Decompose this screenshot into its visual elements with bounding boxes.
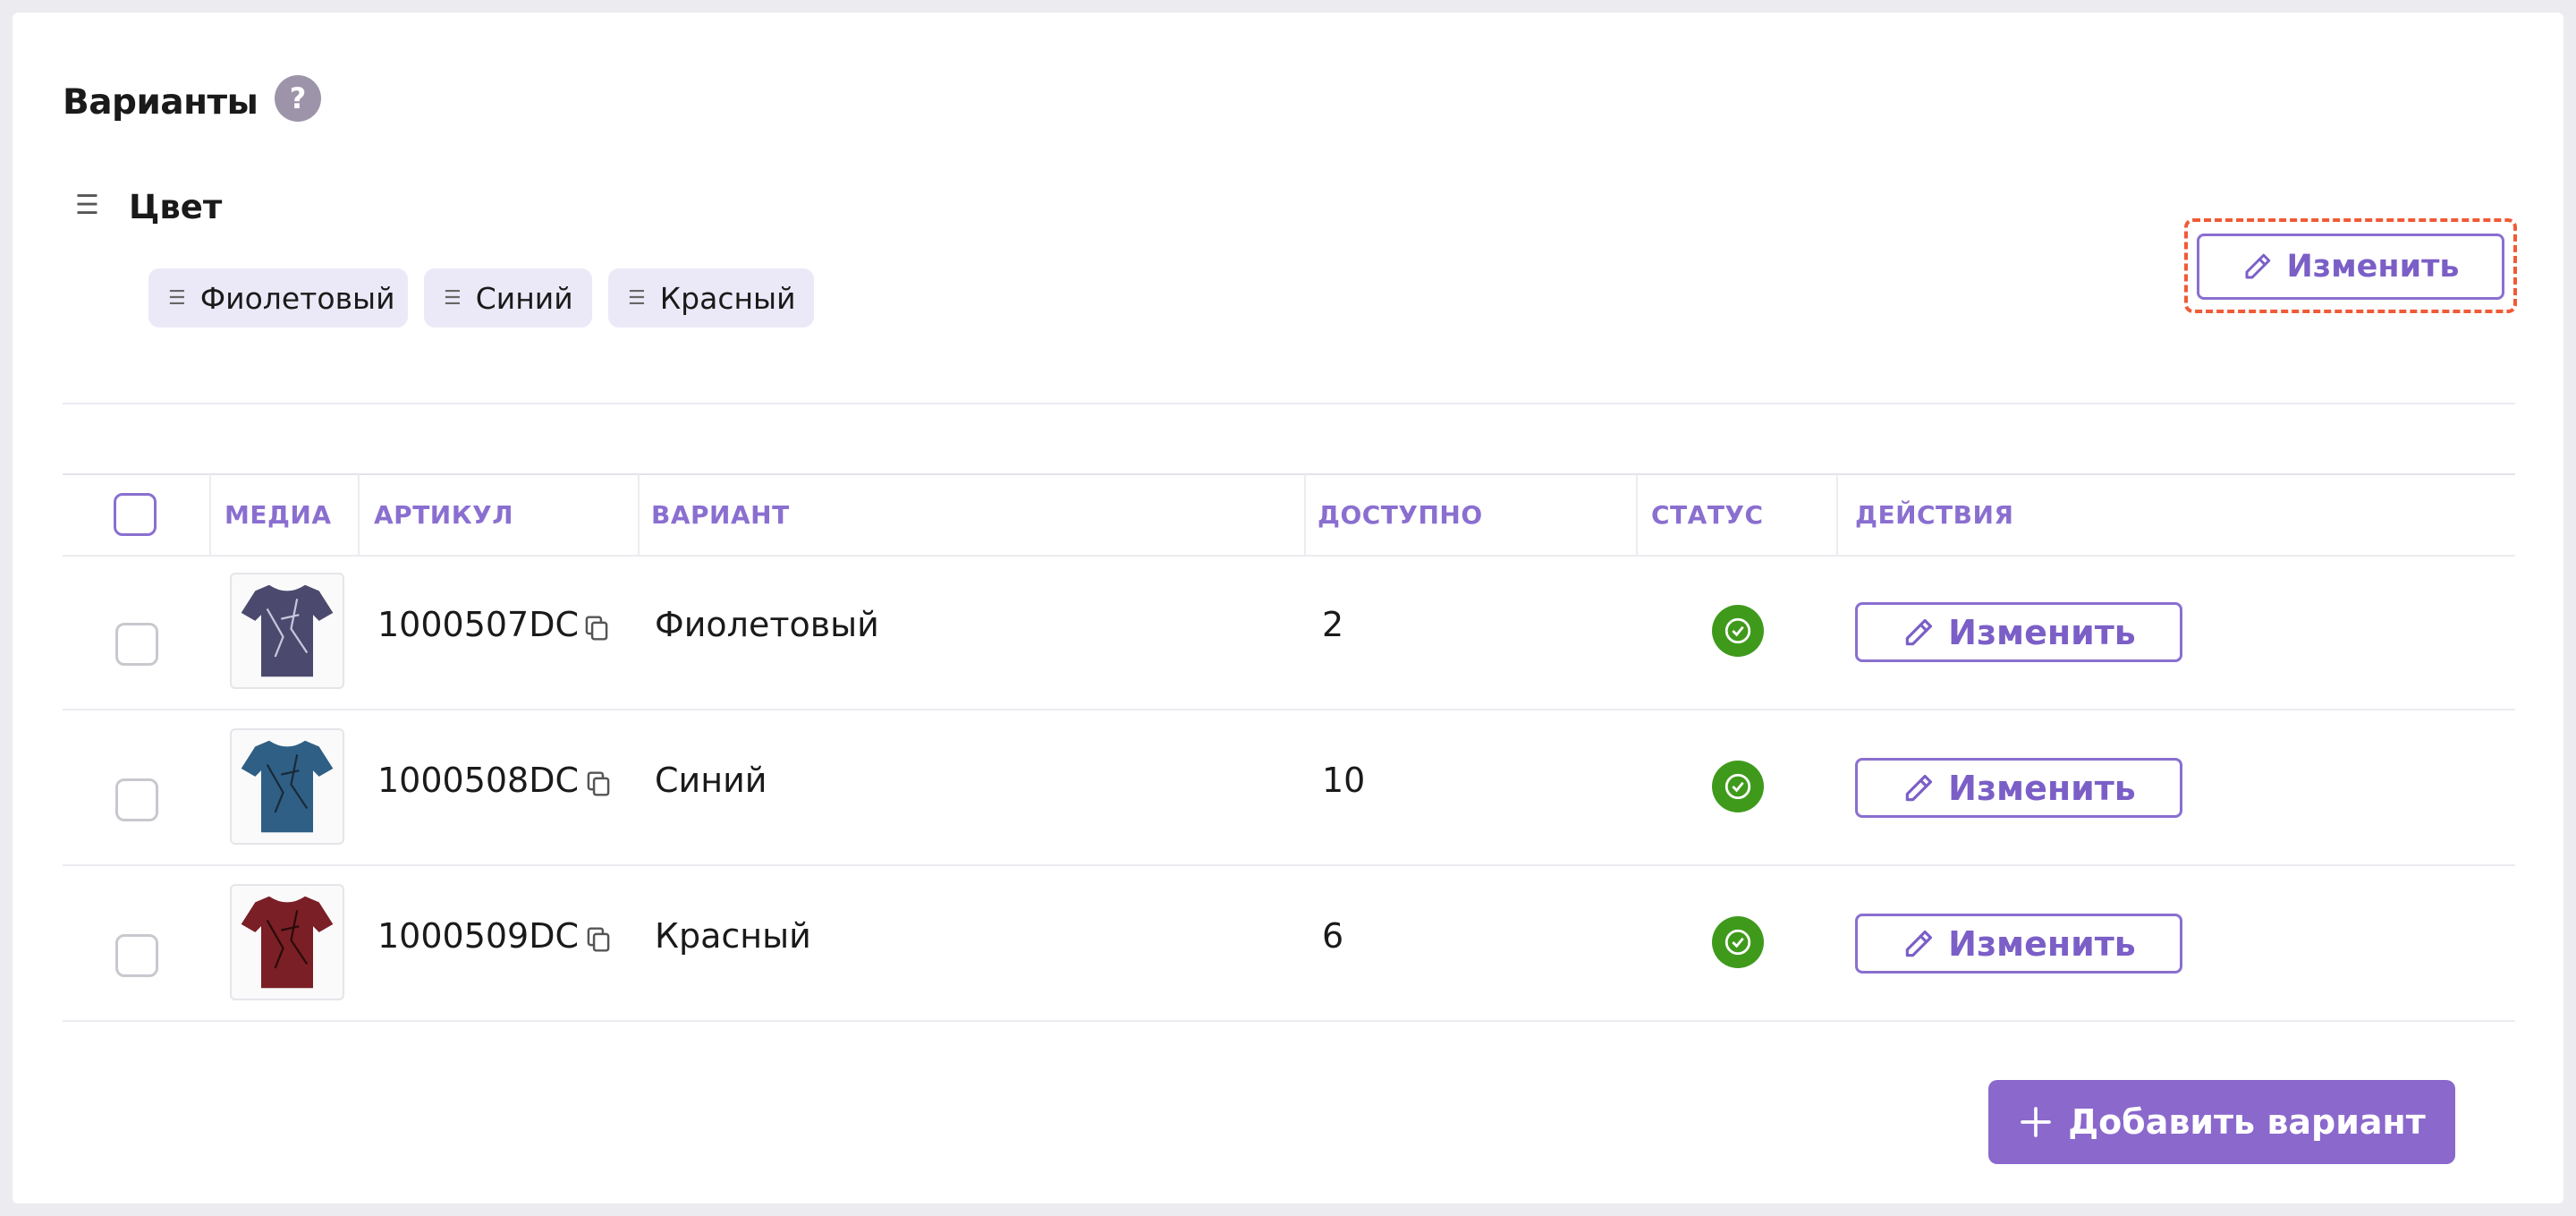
available-quantity: 2 (1322, 605, 1344, 644)
table-top-border (63, 473, 2515, 475)
edit-variant-button[interactable]: Изменить (1855, 758, 2182, 818)
column-divider (1636, 474, 1638, 557)
header-status: СТАТУС (1651, 500, 1764, 530)
tshirt-icon (241, 740, 334, 833)
available-quantity: 6 (1322, 916, 1344, 956)
row-divider (63, 864, 2515, 866)
row-checkbox[interactable] (115, 934, 158, 977)
product-thumbnail[interactable] (230, 728, 344, 845)
sku-value: 1000508DC (377, 761, 580, 800)
edit-option-label: Изменить (2286, 249, 2460, 285)
option-value-label: Фиолетовый (199, 280, 395, 316)
header-actions: ДЕЙСТВИЯ (1855, 500, 2014, 530)
option-value-label: Красный (659, 280, 796, 316)
column-divider (1836, 474, 1838, 557)
variant-name: Красный (655, 916, 811, 956)
drag-handle-icon[interactable]: ☰ (168, 287, 186, 310)
option-value-chip[interactable]: ☰ Фиолетовый (148, 268, 408, 327)
tshirt-icon (241, 584, 334, 677)
pencil-icon (1905, 774, 1933, 801)
copy-icon[interactable] (583, 614, 610, 642)
sku-value: 1000507DC (377, 605, 580, 644)
column-divider (209, 474, 211, 557)
tshirt-icon (241, 896, 334, 989)
variant-name: Фиолетовый (655, 605, 879, 644)
divider (63, 555, 2515, 557)
product-thumbnail[interactable] (230, 573, 344, 689)
edit-option-button[interactable]: Изменить (2197, 234, 2504, 300)
sku-value: 1000509DC (377, 916, 580, 956)
select-all-checkbox[interactable] (114, 493, 157, 536)
status-check-icon (1712, 761, 1764, 812)
drag-handle-icon[interactable]: ☰ (444, 287, 462, 310)
header-available: ДОСТУПНО (1318, 500, 1483, 530)
option-value-chip[interactable]: ☰ Синий (424, 268, 592, 327)
header-variant: ВАРИАНТ (651, 500, 790, 530)
header-media: МЕДИА (225, 500, 332, 530)
help-icon[interactable]: ? (275, 75, 321, 122)
edit-variant-label: Изменить (1948, 923, 2136, 964)
copy-icon[interactable] (585, 770, 612, 798)
product-thumbnail[interactable] (230, 884, 344, 1000)
row-divider (63, 1020, 2515, 1022)
edit-variant-label: Изменить (1948, 768, 2136, 808)
option-value-label: Синий (475, 280, 573, 316)
drag-handle-icon[interactable]: ☰ (628, 287, 646, 310)
divider (63, 403, 2515, 404)
drag-handle-icon[interactable]: ☰ (75, 190, 99, 221)
plus-icon (2021, 1107, 2052, 1137)
status-check-icon (1712, 916, 1764, 968)
option-value-chip[interactable]: ☰ Красный (608, 268, 814, 327)
copy-icon[interactable] (585, 925, 612, 954)
column-divider (638, 474, 640, 557)
column-divider (1304, 474, 1306, 557)
edit-variant-label: Изменить (1948, 612, 2136, 652)
variant-name: Синий (655, 761, 767, 800)
pencil-icon (1905, 930, 1933, 957)
pencil-icon (1905, 618, 1933, 645)
section-title: Варианты (63, 82, 258, 123)
column-divider (358, 474, 360, 557)
row-checkbox[interactable] (115, 623, 158, 666)
add-variant-label: Добавить вариант (2068, 1102, 2426, 1142)
option-name: Цвет (129, 188, 223, 226)
edit-variant-button[interactable]: Изменить (1855, 602, 2182, 662)
add-variant-button[interactable]: Добавить вариант (1988, 1080, 2455, 1164)
edit-variant-button[interactable]: Изменить (1855, 914, 2182, 974)
status-check-icon (1712, 605, 1764, 657)
header-sku: АРТИКУЛ (374, 500, 513, 530)
available-quantity: 10 (1322, 761, 1366, 800)
pencil-icon (2245, 253, 2271, 279)
variants-card: Варианты ? ☰ Цвет ☰ Фиолетовый ☰ Синий ☰… (13, 13, 2563, 1203)
row-checkbox[interactable] (115, 778, 158, 821)
row-divider (63, 709, 2515, 710)
